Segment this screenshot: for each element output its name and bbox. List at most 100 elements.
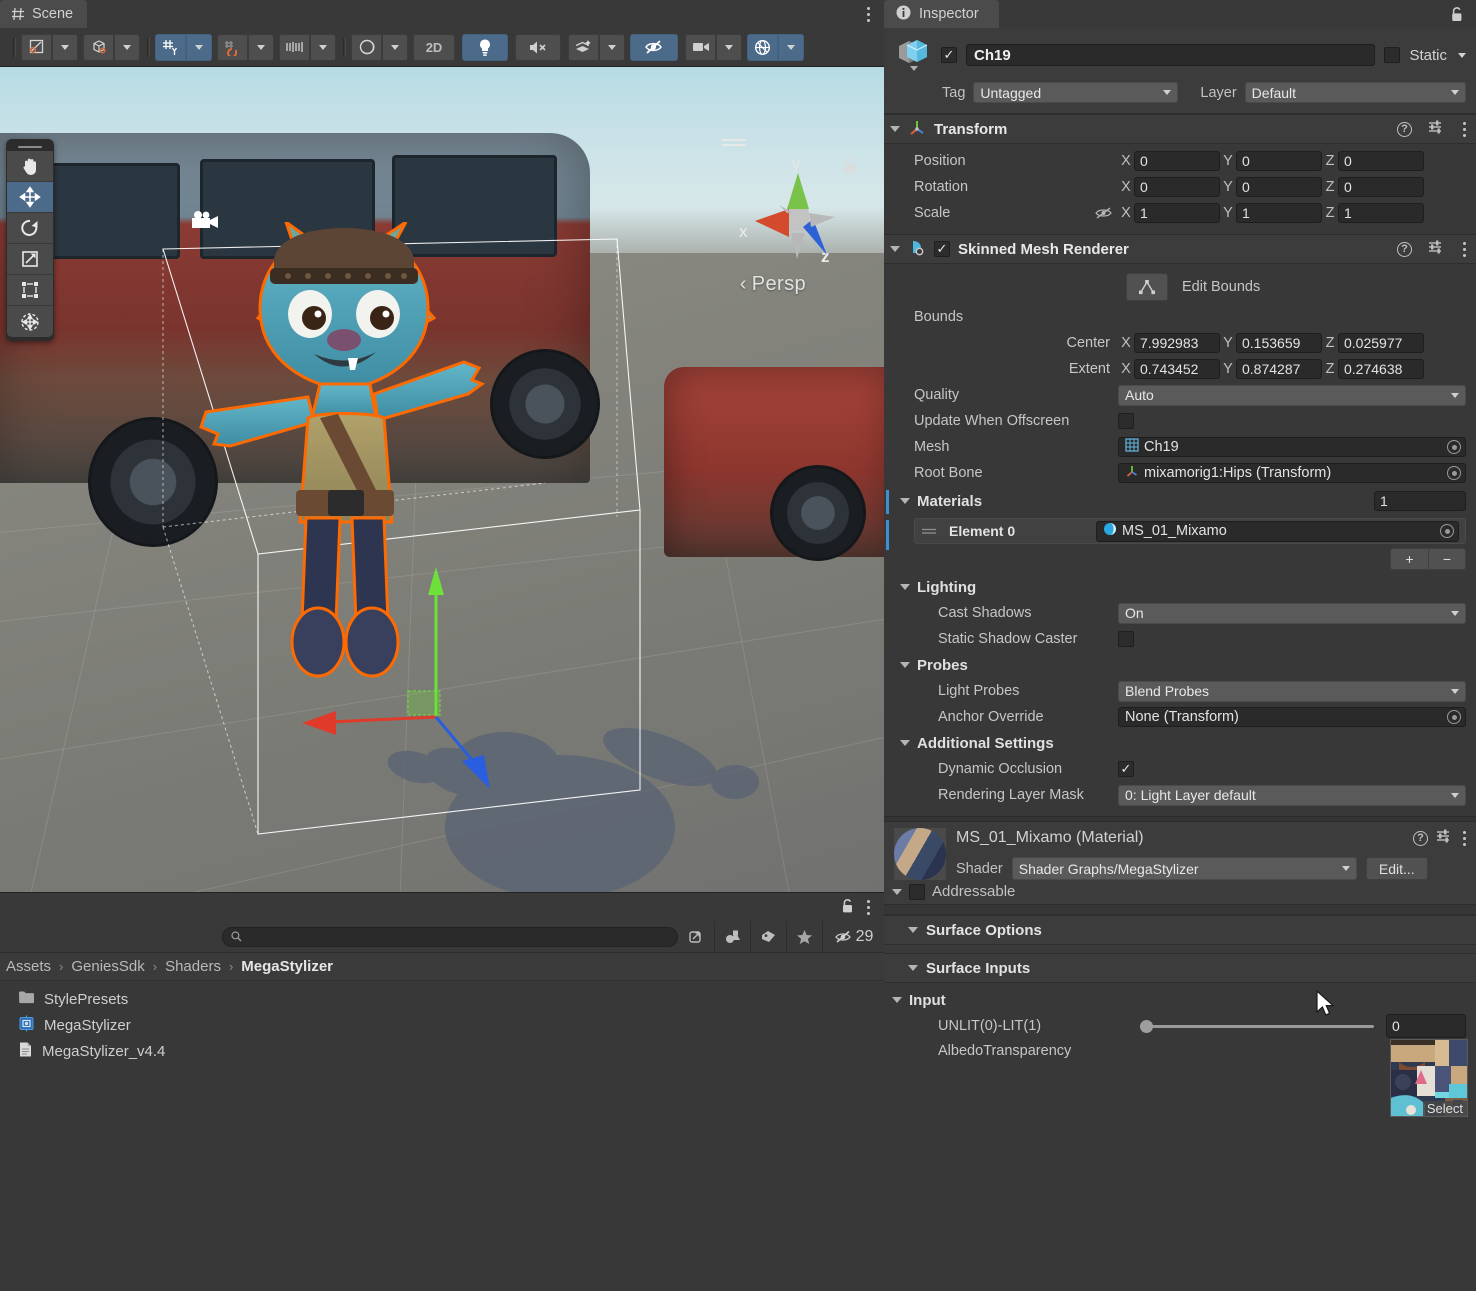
scale-z-field[interactable]: 1 [1338,203,1424,223]
hidden-packages-toggle[interactable]: 29 [822,920,884,953]
bounds-extent-z-field[interactable]: 0.274638 [1338,359,1424,379]
pivot-rotation-dropdown[interactable] [114,33,140,61]
additional-settings-foldout-icon[interactable] [900,740,910,746]
rendering-layer-mask-dropdown[interactable]: 0: Light Layer default [1118,784,1466,806]
cast-shadows-dropdown[interactable]: On [1118,602,1466,624]
scene-options-menu[interactable] [866,7,870,22]
skinned-mesh-renderer-header[interactable]: Skinned Mesh Renderer ? [884,234,1476,264]
preset-icon[interactable] [1428,119,1444,139]
rect-transform-tool-button[interactable] [7,275,53,306]
rotate-tool-button[interactable] [7,213,53,244]
gameobject-enabled-checkbox[interactable] [941,47,957,63]
bounds-center-z-field[interactable]: 0.025977 [1338,333,1424,353]
breadcrumb-item-assets[interactable]: Assets [6,958,51,975]
position-y-field[interactable]: 0 [1236,151,1322,171]
pivot-mode-dropdown[interactable] [52,33,78,61]
help-icon[interactable]: ? [1397,121,1412,137]
layer-dropdown[interactable]: Default [1244,82,1466,103]
quality-dropdown[interactable]: Auto [1118,384,1466,406]
anchor-override-picker-icon[interactable] [1447,710,1461,724]
gizmos-dropdown[interactable] [778,33,804,61]
static-checkbox[interactable] [1384,47,1401,63]
tool-palette-grip[interactable] [6,143,54,151]
grid-snapping-dropdown[interactable] [186,33,212,61]
surface-inputs-section[interactable]: Surface Inputs [884,953,1476,983]
add-material-button[interactable]: + [1390,548,1428,570]
scale-x-field[interactable]: 1 [1134,203,1220,223]
combined-transform-tool-button[interactable] [7,306,53,337]
material-element-row[interactable]: Element 0 MS_01_Mixamo [914,518,1466,544]
root-bone-object-field[interactable]: mixamorig1:Hips (Transform) [1118,463,1466,483]
position-z-field[interactable]: 0 [1338,151,1424,171]
list-item[interactable]: StylePresets [18,987,884,1011]
constrain-proportions-off-icon[interactable] [1088,206,1118,220]
move-tool-button[interactable] [7,182,53,213]
toggle-audio-button[interactable] [515,33,561,61]
bounds-extent-y-field[interactable]: 0.874287 [1236,359,1322,379]
material-picker-icon[interactable] [1440,524,1454,538]
probes-header-row[interactable]: Probes [892,652,1468,678]
preset-icon[interactable] [1428,239,1444,259]
edit-bounds-button[interactable] [1126,273,1168,301]
light-probes-dropdown[interactable]: Blend Probes [1118,680,1466,702]
albedo-select-button[interactable]: Select [1422,1101,1467,1116]
surface-inputs-foldout-icon[interactable] [908,965,918,971]
bounds-extent-x-field[interactable]: 0.743452 [1134,359,1220,379]
transform-context-menu[interactable] [1462,121,1466,137]
mesh-picker-icon[interactable] [1447,440,1461,454]
shading-mode-dropdown[interactable] [382,33,408,61]
materials-foldout-icon[interactable] [900,498,910,504]
inspector-lock-icon[interactable] [1450,6,1464,26]
root-bone-picker-icon[interactable] [1447,466,1461,480]
shading-mode-button[interactable] [351,33,382,61]
breadcrumb-item-megastylizer[interactable]: MegaStylizer [241,958,333,975]
scene-fx-dropdown[interactable] [599,33,625,61]
surface-options-foldout-icon[interactable] [908,927,918,933]
smr-enabled-checkbox[interactable] [934,241,950,257]
prefab-icon[interactable] [894,36,932,74]
vertex-snapping-button[interactable] [217,33,248,61]
tab-inspector[interactable]: Inspector [884,0,999,28]
project-options-menu[interactable] [866,899,870,915]
search-expand-icon[interactable] [678,921,714,953]
lighting-header-row[interactable]: Lighting [892,574,1468,600]
hand-tool-button[interactable] [7,151,53,182]
bounds-center-y-field[interactable]: 0.153659 [1236,333,1322,353]
scene-camera-dropdown[interactable] [716,33,742,61]
additional-settings-header-row[interactable]: Additional Settings [892,730,1468,756]
asset-type-filter-icon[interactable] [714,920,750,953]
anchor-override-object-field[interactable]: None (Transform) [1118,707,1466,727]
grid-size-dropdown[interactable] [310,33,336,61]
rotation-x-field[interactable]: 0 [1134,177,1220,197]
material-foldout-icon[interactable] [892,888,902,895]
scene-fx-button[interactable] [568,33,599,61]
position-x-field[interactable]: 0 [1134,151,1220,171]
material-context-menu[interactable] [1462,830,1466,846]
scene-camera-button[interactable] [685,33,716,61]
breadcrumb-item-geniessdk[interactable]: GeniesSdk [71,958,144,975]
update-when-offscreen-checkbox[interactable] [1118,413,1134,429]
favorites-icon[interactable] [786,920,822,953]
list-item[interactable]: MegaStylizer_v4.4 [18,1039,884,1063]
scene-viewport[interactable]: y x z ‹ Persp [0,67,884,892]
bounds-center-x-field[interactable]: 7.992983 [1134,333,1220,353]
static-shadow-caster-checkbox[interactable] [1118,631,1134,647]
grid-snapping-button[interactable] [155,33,186,61]
pivot-mode-button[interactable] [21,33,52,61]
preset-icon[interactable] [1436,828,1452,848]
mesh-object-field[interactable]: Ch19 [1118,437,1466,457]
tab-scene[interactable]: Scene [0,0,88,28]
vertex-snapping-dropdown[interactable] [248,33,274,61]
toggle-hidden-objects-button[interactable] [630,33,678,61]
albedo-texture-field[interactable]: Select [1390,1039,1468,1117]
gizmos-toggle-button[interactable] [747,33,778,61]
help-icon[interactable]: ? [1413,830,1428,846]
rotation-z-field[interactable]: 0 [1338,177,1424,197]
grid-size-button[interactable] [279,33,310,61]
materials-count-field[interactable]: 1 [1374,491,1466,511]
probes-foldout-icon[interactable] [900,662,910,668]
addressable-checkbox[interactable] [909,883,925,900]
scale-y-field[interactable]: 1 [1236,203,1322,223]
remove-material-button[interactable]: − [1428,548,1466,570]
shader-dropdown[interactable]: Shader Graphs/MegaStylizer [1011,857,1357,880]
